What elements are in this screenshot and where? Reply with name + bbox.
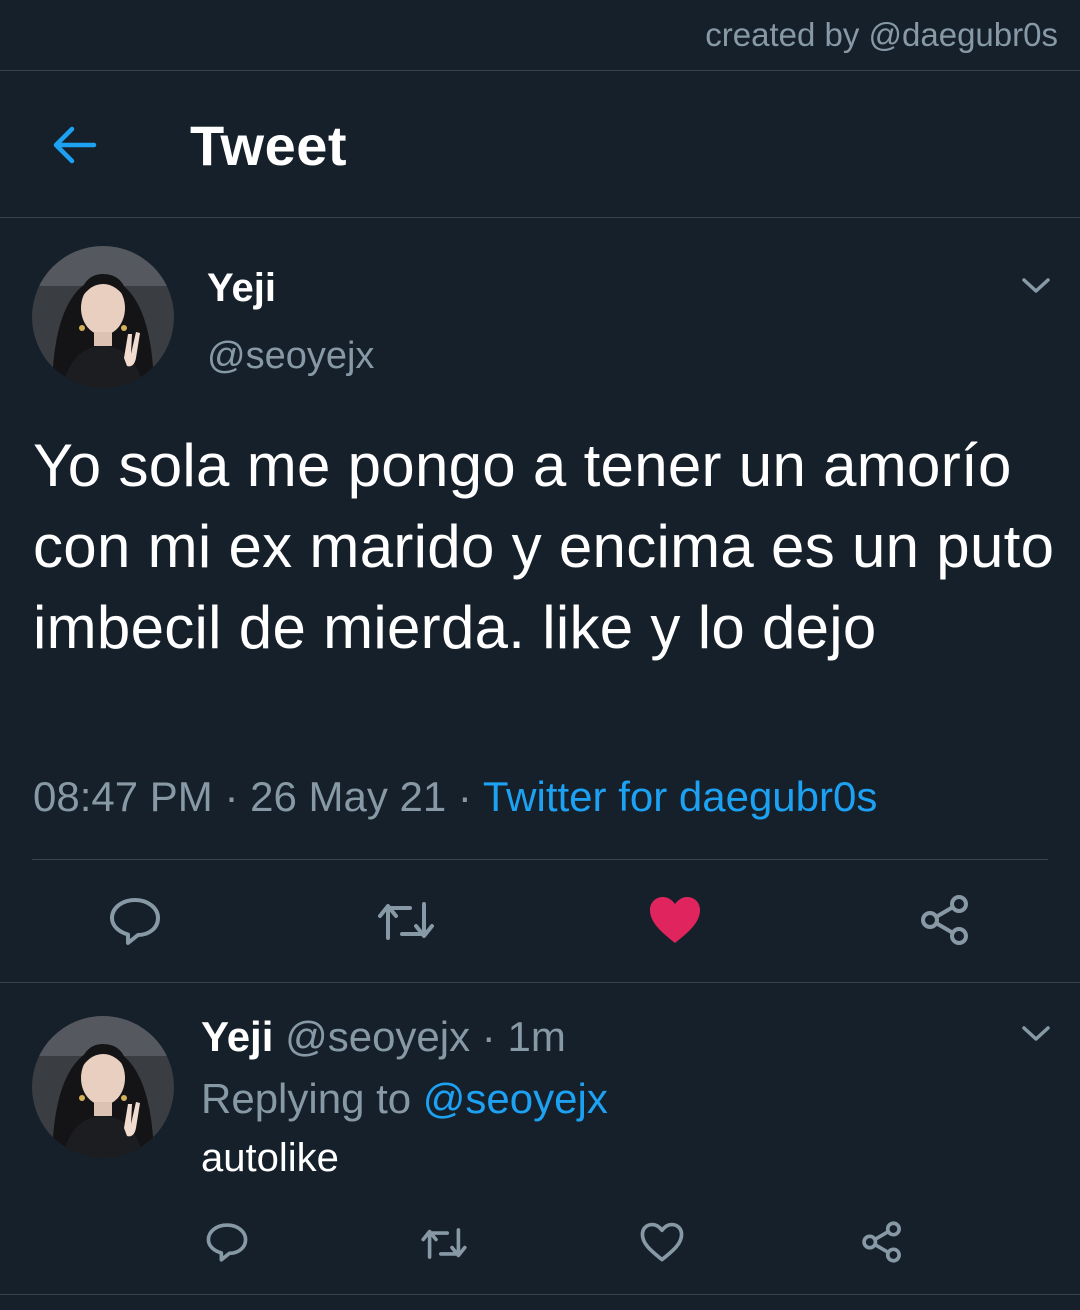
share-icon[interactable] [860, 1220, 904, 1269]
chevron-down-icon[interactable] [1021, 1024, 1051, 1044]
divider [0, 1294, 1080, 1295]
back-arrow-icon[interactable] [50, 121, 98, 169]
meta-separator: · [224, 773, 239, 820]
heart-outline-icon[interactable] [640, 1222, 684, 1268]
watermark-credit: created by @daegubr0s [705, 16, 1058, 53]
reply-header: Yeji @seoyejx · 1m [201, 1013, 566, 1061]
reply-time: 1m [507, 1013, 566, 1060]
author-name[interactable]: Yeji [207, 266, 276, 311]
reply-text: autolike [201, 1136, 339, 1180]
tweet-meta: 08:47 PM · 26 May 21 · Twitter for daegu… [33, 773, 877, 821]
avatar[interactable] [32, 1016, 174, 1158]
tweet-date: 26 May 21 [250, 773, 447, 820]
page-title: Tweet [190, 114, 348, 177]
reply-author-handle[interactable]: @seoyejx [285, 1013, 470, 1060]
meta-separator: · [481, 1013, 496, 1060]
retweet-icon[interactable] [420, 1225, 468, 1267]
tweet-source-link[interactable]: Twitter for daegubr0s [483, 773, 878, 820]
share-icon[interactable] [918, 893, 972, 952]
replying-to: Replying to @seoyejx [201, 1075, 608, 1123]
replying-label: Replying to [201, 1075, 412, 1122]
comment-icon[interactable] [205, 1221, 249, 1268]
divider [32, 859, 1048, 860]
replying-to-handle[interactable]: @seoyejx [423, 1075, 608, 1122]
reply-author-name[interactable]: Yeji [201, 1013, 273, 1060]
retweet-icon[interactable] [376, 898, 436, 949]
author-handle[interactable]: @seoyejx [207, 335, 374, 378]
divider [0, 982, 1080, 983]
comment-icon[interactable] [108, 895, 162, 952]
chevron-down-icon[interactable] [1021, 276, 1051, 296]
meta-separator: · [457, 773, 472, 820]
tweet-time: 08:47 PM [33, 773, 213, 820]
avatar[interactable] [32, 246, 174, 388]
top-app-bar: Tweet [0, 70, 1080, 218]
heart-icon[interactable] [648, 895, 702, 950]
tweet-text: Yo sola me pongo a tener un amorío con m… [33, 432, 1055, 661]
